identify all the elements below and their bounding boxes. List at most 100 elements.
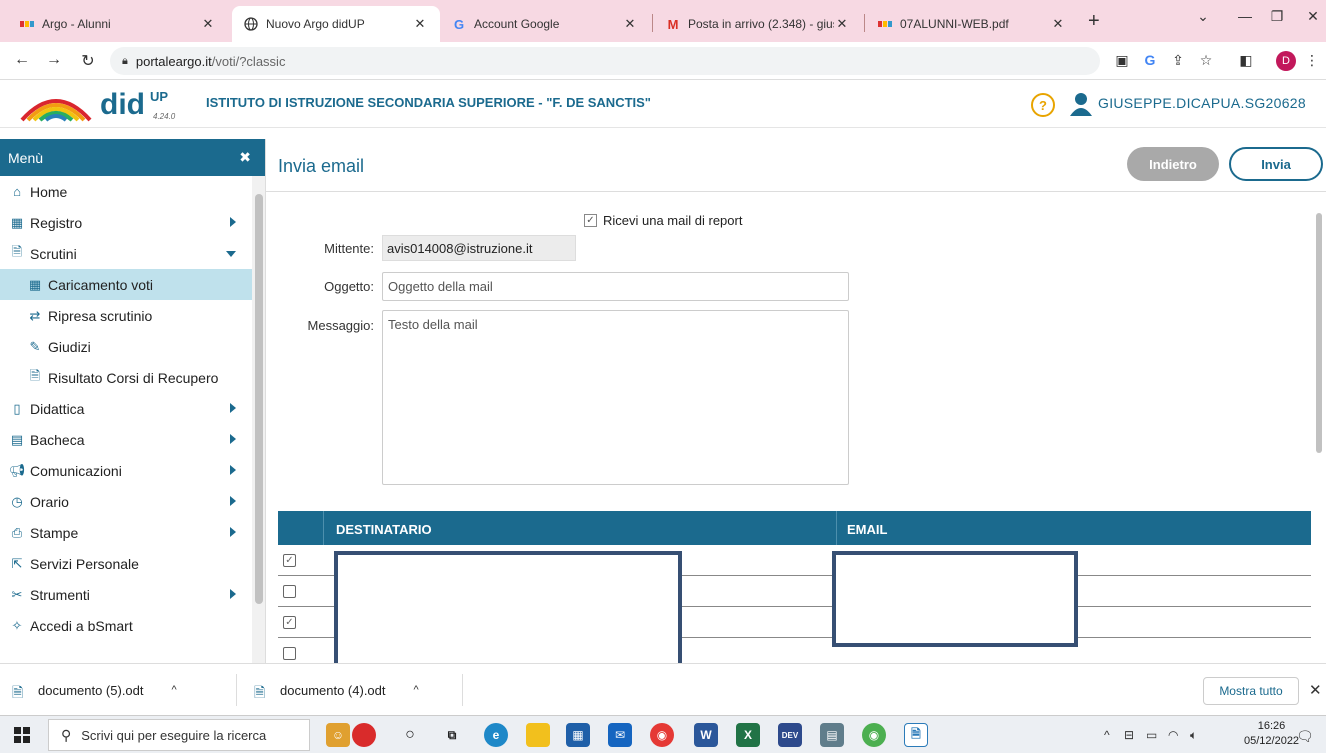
- sidebar-item-scrutini[interactable]: 🗎︎ Scrutini: [0, 238, 252, 269]
- new-tab-plus-icon[interactable]: +: [1088, 10, 1100, 33]
- sidebar-item-accedi-a-bsmart[interactable]: ✧ Accedi a bSmart: [0, 610, 252, 641]
- send-button[interactable]: Invia: [1229, 147, 1323, 181]
- argo-favicon-icon: [20, 17, 34, 31]
- share-icon: ⇱: [11, 555, 23, 571]
- close-icon[interactable]: ✕: [834, 16, 850, 32]
- show-all-button[interactable]: Mostra tutto: [1203, 677, 1299, 705]
- sidebar-item-didattica[interactable]: ▯ Didattica: [0, 393, 252, 424]
- message-textarea[interactable]: [382, 310, 849, 485]
- document-app-icon[interactable]: 🗎︎: [904, 723, 928, 747]
- checkbox-checked-icon[interactable]: ✓: [283, 554, 296, 567]
- chevron-up-icon[interactable]: ^: [172, 684, 177, 696]
- store-icon[interactable]: ▦: [566, 723, 590, 747]
- sidebar-item-risultato-corsi-di-recupero[interactable]: 🗎︎ Risultato Corsi di Recupero: [0, 362, 252, 393]
- caret-right-icon[interactable]: [230, 589, 236, 599]
- tab-search-chevron-icon[interactable]: ⌄: [1180, 0, 1226, 32]
- url-field[interactable]: 🔒︎ portaleargo.it /voti/?classic: [110, 47, 1100, 75]
- username[interactable]: GIUSEPPE.DICAPUA.SG20628: [1098, 95, 1306, 111]
- sidebar-item-servizi-personale[interactable]: ⇱ Servizi Personale: [0, 548, 252, 579]
- caret-right-icon[interactable]: [230, 496, 236, 506]
- report-checkbox-row[interactable]: ✓ Ricevi una mail di report: [584, 213, 742, 228]
- sidebar-item-bacheca[interactable]: ▤ Bacheca: [0, 424, 252, 455]
- chevron-up-icon[interactable]: ^: [414, 684, 419, 696]
- side-panel-icon[interactable]: ◧: [1236, 52, 1256, 69]
- taskbar-clock[interactable]: 16:26 05/12/2022: [1244, 719, 1299, 749]
- tab-07alunni-pdf[interactable]: 07ALUNNI-WEB.pdf ✕: [866, 6, 1078, 42]
- sidebar-item-orario[interactable]: ◷ Orario: [0, 486, 252, 517]
- scrollbar-thumb[interactable]: [1316, 213, 1322, 453]
- notifications-icon[interactable]: 🗨︎: [1296, 728, 1314, 745]
- sidebar-item-caricamento-voti[interactable]: ▦ Caricamento voti: [0, 269, 252, 300]
- help-button[interactable]: ?: [1031, 93, 1055, 117]
- chrome-icon[interactable]: ◉: [650, 723, 674, 747]
- download-item[interactable]: 🗎︎ documento (4).odt ^: [254, 664, 419, 716]
- window-close-icon[interactable]: ✕: [1290, 0, 1326, 32]
- scrollbar-thumb[interactable]: [255, 194, 263, 604]
- sidebar-item-giudizi[interactable]: ✎ Giudizi: [0, 331, 252, 362]
- back-arrow-icon[interactable]: ←: [12, 51, 32, 69]
- file-explorer-icon[interactable]: [526, 723, 550, 747]
- caret-right-icon[interactable]: [230, 434, 236, 444]
- battery-icon[interactable]: ▭: [1146, 728, 1157, 742]
- reload-icon[interactable]: ↻: [78, 51, 98, 71]
- network-icon[interactable]: ⊟: [1124, 728, 1134, 742]
- google-translate-icon[interactable]: G: [1140, 52, 1160, 68]
- checkbox-checked-icon[interactable]: ✓: [584, 214, 597, 227]
- close-icon[interactable]: ✕: [412, 16, 428, 32]
- user-icon[interactable]: [1070, 92, 1092, 116]
- edge-icon[interactable]: e: [484, 723, 508, 747]
- tab-nuovo-argo-didup[interactable]: Nuovo Argo didUP ✕: [232, 6, 440, 42]
- caret-right-icon[interactable]: [230, 217, 236, 227]
- mail-icon[interactable]: ✉: [608, 723, 632, 747]
- close-icon[interactable]: ✕: [622, 16, 638, 32]
- taskbar-search[interactable]: ⚲ Scrivi qui per eseguire la ricerca: [48, 719, 310, 751]
- app-window-icon[interactable]: ▤: [820, 723, 844, 747]
- sidebar-item-home[interactable]: ⌂ Home: [0, 176, 252, 207]
- tab-account-google[interactable]: G Account Google ✕: [440, 6, 650, 42]
- excel-icon[interactable]: X: [736, 723, 760, 747]
- sidebar-item-strumenti[interactable]: ✂ Strumenti: [0, 579, 252, 610]
- cast-icon[interactable]: ▣: [1112, 52, 1132, 69]
- devcpp-icon[interactable]: DEV: [778, 723, 802, 747]
- download-item[interactable]: 🗎︎ documento (5).odt ^: [12, 664, 177, 716]
- wifi-icon[interactable]: ◠: [1168, 728, 1178, 742]
- main-content: Invia email Indietro Invia ✓ Ricevi una …: [266, 139, 1326, 663]
- sidebar-item-registro[interactable]: ▦ Registro: [0, 207, 252, 238]
- word-icon[interactable]: W: [694, 723, 718, 747]
- caret-down-icon[interactable]: [226, 251, 236, 257]
- recipient-column-header[interactable]: DESTINATARIO: [336, 522, 432, 537]
- email-column-header[interactable]: EMAIL: [836, 511, 897, 545]
- tray-chevron-up-icon[interactable]: ^: [1104, 728, 1110, 742]
- close-icon[interactable]: ✕: [200, 16, 216, 32]
- checkbox-unchecked-icon[interactable]: [283, 585, 296, 598]
- cortana-circle-icon[interactable]: ○: [398, 723, 422, 747]
- volume-icon[interactable]: 🔈︎: [1190, 728, 1197, 743]
- caret-right-icon[interactable]: [230, 403, 236, 413]
- chrome-profile-icon[interactable]: ◉: [862, 723, 886, 747]
- form-scrollbar[interactable]: [1312, 193, 1326, 663]
- windows-start-icon[interactable]: [14, 727, 30, 743]
- caret-right-icon[interactable]: [230, 527, 236, 537]
- kebab-menu-icon[interactable]: ⋮: [1302, 52, 1322, 69]
- sidebar-item-stampe[interactable]: ⎙ Stampe: [0, 517, 252, 548]
- tab-argo-alunni[interactable]: Argo - Alunni ✕: [8, 6, 228, 42]
- close-downloads-icon[interactable]: ✕: [1309, 681, 1322, 699]
- back-button[interactable]: Indietro: [1127, 147, 1219, 181]
- close-icon[interactable]: ✕: [1050, 16, 1066, 32]
- sidebar-item-comunicazioni[interactable]: 📢︎ Comunicazioni: [0, 455, 252, 486]
- gingerbread-icon[interactable]: ☺: [326, 723, 350, 747]
- tab-posta-in-arrivo[interactable]: M Posta in arrivo (2.348) - giuse ✕: [654, 6, 862, 42]
- share-icon[interactable]: ⇪: [1168, 52, 1188, 69]
- red-ball-icon[interactable]: [352, 723, 376, 747]
- task-view-icon[interactable]: ⧉: [440, 723, 464, 747]
- subject-input[interactable]: [382, 272, 849, 301]
- caret-right-icon[interactable]: [230, 465, 236, 475]
- forward-arrow-icon[interactable]: →: [44, 51, 64, 69]
- bookmark-star-icon[interactable]: ☆: [1196, 52, 1216, 69]
- sidebar-scrollbar[interactable]: [252, 176, 265, 663]
- close-menu-icon[interactable]: ✖: [239, 149, 251, 166]
- profile-avatar[interactable]: D: [1276, 51, 1296, 71]
- sidebar-item-ripresa-scrutinio[interactable]: ⇄ Ripresa scrutinio: [0, 300, 252, 331]
- checkbox-unchecked-icon[interactable]: [283, 647, 296, 660]
- checkbox-checked-icon[interactable]: ✓: [283, 616, 296, 629]
